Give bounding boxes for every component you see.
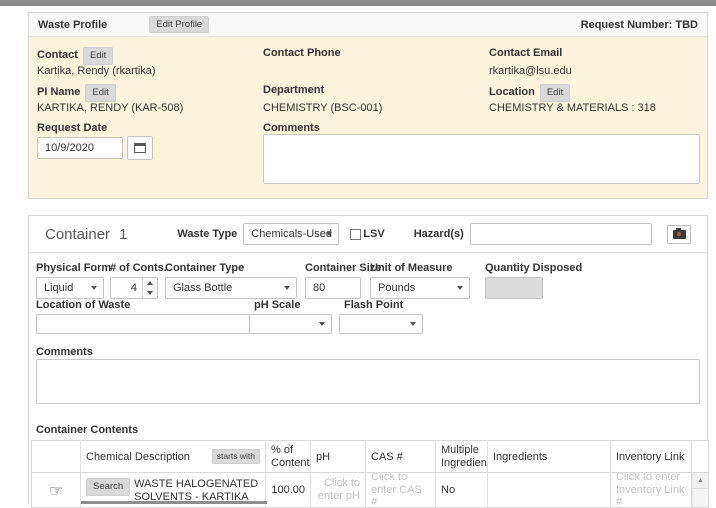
location-value: CHEMISTRY & MATERIALS : 318	[489, 102, 656, 114]
location-label: LocationEdit	[489, 84, 570, 102]
container-contents-table: Chemical Description starts with % of Co…	[31, 440, 709, 508]
container-number: 1	[119, 226, 127, 243]
chevron-down-icon	[91, 286, 97, 290]
camera-button[interactable]	[667, 225, 691, 244]
container-size-input[interactable]: 80	[305, 277, 361, 299]
waste-profile-header: Waste Profile Edit Profile Request Numbe…	[29, 13, 707, 37]
header-cas: CAS #	[366, 441, 436, 473]
flash-point-select[interactable]	[339, 314, 423, 334]
container-contents-title: Container Contents	[36, 424, 138, 436]
calendar-icon	[134, 143, 146, 153]
container-type-label: Container Type	[165, 262, 297, 274]
contact-email-label: Contact Email	[489, 47, 562, 59]
inventory-link-cell[interactable]: Click to enter Inventory Link #	[611, 473, 692, 507]
contact-value: Kartika, Rendy (rkartika)	[37, 65, 156, 77]
profile-comments-textarea[interactable]	[263, 134, 700, 184]
scrollbar-up-icon[interactable]: ▲	[693, 473, 709, 489]
top-scroll-bar	[0, 0, 716, 6]
location-of-waste-input[interactable]	[36, 314, 250, 334]
container-type-select[interactable]: Glass Bottle	[165, 277, 297, 299]
chevron-down-icon	[319, 322, 325, 326]
starts-with-button[interactable]: starts with	[212, 449, 260, 464]
hazards-label: Hazard(s)	[414, 228, 464, 240]
flash-point-label: Flash Point	[339, 299, 423, 311]
edit-profile-button[interactable]: Edit Profile	[149, 16, 209, 34]
lsv-checkbox[interactable]	[350, 229, 361, 240]
date-picker-button[interactable]	[127, 136, 153, 160]
num-conts-stepper[interactable]: 4	[110, 277, 158, 299]
stepper-down-icon[interactable]	[143, 288, 157, 298]
chevron-down-icon	[284, 286, 290, 290]
search-button[interactable]: Search	[86, 478, 130, 496]
location-edit-button[interactable]: Edit	[540, 84, 570, 102]
ph-cell[interactable]: Click to enter pH	[311, 473, 366, 507]
pi-name-label: PI NameEdit	[37, 84, 116, 102]
container-header: Container 1 Waste Type Chemicals-Used LS…	[29, 216, 707, 253]
container-comments-label: Comments	[36, 346, 93, 358]
stepper-up-icon[interactable]	[143, 278, 157, 288]
quantity-disposed-input	[485, 277, 543, 299]
physical-form-select[interactable]: Liquid	[36, 277, 104, 299]
ph-scale-label: pH Scale	[249, 299, 332, 311]
department-value: CHEMISTRY (BSC-001)	[263, 102, 382, 114]
chevron-down-icon	[410, 322, 416, 326]
contact-label: ContactEdit	[37, 47, 113, 65]
percent-of-content-cell[interactable]: 100.00	[266, 473, 311, 507]
header-inventory-link: Inventory Link	[611, 441, 692, 473]
waste-type-label: Waste Type	[177, 228, 237, 240]
multiple-ingredients-cell[interactable]: No	[436, 473, 488, 507]
table-scrollbar[interactable]: ▲	[692, 473, 708, 507]
cas-cell[interactable]: Click to enter CAS #	[366, 473, 436, 507]
container-comments-textarea[interactable]	[36, 359, 700, 404]
container-body: Physical Form Liquid # of Conts. 4 Conta…	[29, 253, 707, 504]
header-ingredients: Ingredients	[488, 441, 611, 473]
profile-comments-label: Comments	[263, 122, 320, 134]
waste-profile-title: Waste Profile	[38, 19, 107, 31]
pointing-hand-icon: ☞	[49, 481, 63, 500]
container-title: Container	[45, 226, 110, 243]
chevron-down-icon	[457, 286, 463, 290]
request-date-input[interactable]: 10/9/2020	[37, 137, 123, 159]
physical-form-label: Physical Form	[36, 262, 111, 274]
hazards-input[interactable]	[470, 223, 652, 245]
chemical-description-value: WASTE HALOGENATED SOLVENTS - KARTIKA	[134, 478, 260, 503]
waste-type-select[interactable]: Chemicals-Used	[243, 223, 339, 245]
location-of-waste-label: Location of Waste	[36, 299, 250, 311]
unit-of-measure-label: Unit of Measure	[370, 262, 470, 274]
camera-icon	[673, 230, 686, 239]
header-multiple-ingredients: Multiple Ingredients	[436, 441, 488, 473]
request-number: Request Number: TBD	[581, 19, 698, 31]
table-scrollbar-header-spacer	[692, 441, 708, 473]
waste-profile-body: ContactEdit Contact Phone Contact Email …	[29, 37, 707, 198]
lsv-label: LSV	[363, 228, 384, 240]
pi-name-value: KARTIKA, RENDY (KAR-508)	[37, 102, 183, 114]
chevron-down-icon	[326, 232, 332, 236]
request-date-label: Request Date	[37, 122, 107, 134]
row-selector-cell[interactable]: ☞	[32, 473, 81, 507]
header-percent-of-content: % of Content	[266, 441, 311, 473]
container-panel: Container 1 Waste Type Chemicals-Used LS…	[28, 215, 708, 504]
contact-phone-label: Contact Phone	[263, 47, 341, 59]
waste-profile-panel: Waste Profile Edit Profile Request Numbe…	[28, 12, 708, 199]
quantity-disposed-label: Quantity Disposed	[485, 262, 582, 274]
header-ph: pH	[311, 441, 366, 473]
num-conts-label: # of Conts.	[110, 262, 167, 274]
table-header-row: Chemical Description starts with % of Co…	[32, 441, 708, 473]
header-chemical-description: Chemical Description starts with	[81, 441, 266, 473]
ph-scale-select[interactable]	[249, 314, 332, 334]
department-label: Department	[263, 84, 324, 96]
ingredients-cell[interactable]	[488, 473, 611, 507]
pi-edit-button[interactable]: Edit	[85, 84, 115, 102]
unit-of-measure-select[interactable]: Pounds	[370, 277, 470, 299]
contact-email-value: rkartika@lsu.edu	[489, 65, 572, 77]
header-selector-column	[32, 441, 81, 473]
contact-edit-button[interactable]: Edit	[83, 47, 113, 65]
